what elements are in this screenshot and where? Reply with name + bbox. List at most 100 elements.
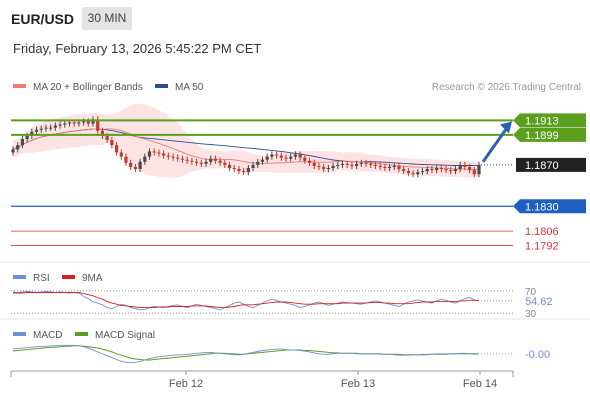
candle: [194, 161, 199, 163]
ma50-legend-label: MA 50: [175, 82, 204, 93]
candle: [303, 157, 307, 161]
candle: [53, 125, 57, 128]
candle: [458, 164, 462, 170]
copyright-text: Research © 2026 Trading Central: [432, 82, 581, 93]
candle: [345, 163, 349, 165]
x-tick-label: Feb 13: [341, 378, 375, 390]
chart-svg: MA 20 + Bollinger Bands MA 50 Research ©…: [0, 82, 590, 390]
candle: [166, 155, 170, 157]
x-tick-label: Feb 12: [169, 378, 203, 390]
candle: [190, 160, 194, 162]
candle: [110, 140, 114, 146]
candle: [397, 165, 401, 170]
candle: [284, 157, 288, 159]
candle: [355, 163, 359, 166]
candle: [260, 159, 265, 162]
resistance-label: 1.1913: [525, 115, 559, 127]
candle: [317, 165, 321, 167]
candle: [152, 151, 156, 153]
candle: [147, 151, 152, 157]
price-panel: 1.1913 1.1899 1.1870 1.1830 1.1806 1.1792: [11, 103, 586, 253]
candle: [227, 164, 232, 168]
candle: [44, 127, 48, 129]
candle: [162, 153, 166, 156]
rsi-ma-legend-label: 9MA: [82, 273, 103, 284]
candle: [20, 139, 25, 146]
x-tick-label: Feb 14: [463, 378, 497, 390]
candle: [293, 154, 298, 157]
candle: [336, 164, 340, 166]
candle: [82, 121, 86, 123]
candle: [204, 161, 208, 164]
support-label: 1.1830: [525, 201, 559, 213]
candle: [307, 160, 312, 163]
candle: [171, 156, 175, 158]
ma50-legend-swatch: [155, 84, 168, 88]
macd-line: [12, 344, 480, 364]
candle: [350, 164, 354, 166]
candle: [322, 166, 326, 170]
candle: [439, 168, 443, 170]
candle: [232, 168, 236, 170]
rsi-line: [12, 290, 480, 311]
candle: [105, 135, 109, 141]
rsi-ma-legend-swatch: [62, 275, 75, 279]
candle: [77, 122, 81, 124]
current-price-label: 1.1870: [525, 160, 559, 172]
macd-signal-legend-label: MACD Signal: [95, 330, 155, 341]
candle: [256, 161, 260, 165]
candle: [242, 171, 246, 173]
candle: [411, 173, 415, 175]
candle: [67, 122, 72, 124]
candle: [199, 162, 203, 164]
candle: [185, 159, 189, 161]
candle: [463, 164, 467, 167]
candle: [86, 121, 90, 124]
support-label: 1.1806: [525, 226, 559, 238]
candle: [218, 160, 222, 163]
candle: [119, 152, 123, 157]
candle: [11, 149, 15, 153]
rsi-panel: 703054.62: [11, 287, 553, 320]
candle: [467, 166, 472, 171]
candle: [274, 154, 279, 156]
candle: [143, 156, 147, 162]
candle: [402, 169, 406, 172]
candle: [387, 166, 392, 168]
candle: [25, 135, 29, 140]
candle: [326, 168, 330, 170]
candle: [406, 171, 410, 174]
rsi-legend-label: RSI: [33, 273, 50, 284]
candle: [378, 165, 382, 167]
candle: [129, 162, 133, 167]
candle: [279, 155, 283, 158]
candle: [16, 145, 20, 150]
resistance-label: 1.1899: [525, 130, 559, 142]
candle: [213, 158, 218, 161]
candle: [364, 162, 368, 164]
candle: [157, 152, 161, 154]
macd-signal-legend-swatch: [75, 332, 88, 336]
candle: [223, 162, 227, 165]
candle: [34, 129, 39, 132]
candle: [124, 156, 128, 163]
candle: [420, 171, 425, 173]
candle: [133, 166, 137, 170]
candle: [114, 145, 119, 153]
candle: [298, 154, 302, 158]
candle: [383, 166, 387, 168]
candle: [176, 157, 180, 159]
candle: [430, 169, 434, 171]
candle: [453, 169, 458, 172]
candle: [251, 164, 255, 168]
candle: [359, 162, 363, 164]
candle: [72, 122, 76, 124]
candle: [209, 158, 213, 162]
candle: [449, 170, 453, 172]
candle: [237, 169, 241, 172]
macd-legend-swatch: [13, 332, 26, 336]
rsi-level-label: 30: [525, 309, 537, 320]
macd-signal-line: [12, 345, 479, 361]
candle: [270, 154, 274, 157]
candle: [369, 163, 373, 165]
